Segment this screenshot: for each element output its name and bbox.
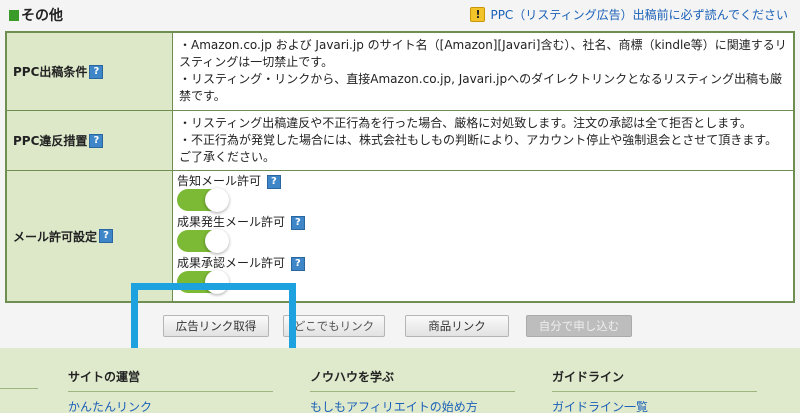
ppc-conditions-line-1: ・Amazon.co.jp および Javari.jp のサイト名（[Amazo… (179, 38, 787, 69)
mail-item-announcement: 告知メール許可 ? (177, 173, 787, 214)
row-content: ・Amazon.co.jp および Javari.jp のサイト名（[Amazo… (173, 33, 793, 110)
toggle-knob (205, 229, 229, 253)
footer: サイトの運営 かんたんリンク ノウハウを学ぶ もしもアフィリエイトの始め方 ガイ… (0, 348, 800, 413)
mail-settings-label: メール許可設定 (13, 229, 98, 244)
mail-settings-content: 告知メール許可 ? 成果発生メール許可 ? 成果承認メール許可 ? (173, 171, 793, 301)
mail-item-approval: 成果承認メール許可 ? (177, 255, 787, 296)
table-row: PPC違反措置 ? ・リスティング出稿違反や不正行為を行った場合、厳格に対処致し… (7, 111, 793, 170)
self-apply-button[interactable]: 自分で申し込む (526, 315, 632, 337)
help-icon[interactable]: ? (266, 174, 281, 189)
ppc-conditions-line-2: ・リスティング・リンクから、直接Amazon.co.jp, Javari.jpへ… (179, 72, 783, 103)
mail-item-label: 成果発生メール許可 (177, 215, 286, 229)
row-label: メール許可設定 ? (7, 171, 173, 301)
row-content: ・リスティング出稿違反や不正行為を行った場合、厳格に対処致します。注文の承認は全… (173, 111, 793, 170)
section-header: その他 ! PPC（リスティング広告）出稿前に必ず読んでください (0, 0, 800, 30)
footer-divider (0, 388, 38, 389)
footer-link[interactable]: かんたんリンク (68, 398, 273, 413)
footer-column: ガイドライン ガイドライン一覧 (552, 368, 757, 413)
mail-item-label: 成果承認メール許可 (177, 256, 286, 270)
row-label: PPC出稿条件 ? (7, 33, 173, 110)
ppc-conditions-label: PPC出稿条件 (13, 65, 88, 79)
footer-column-title: ガイドライン (552, 368, 757, 392)
section-marker (9, 10, 19, 21)
footer-column: ノウハウを学ぶ もしもアフィリエイトの始め方 (310, 368, 515, 413)
help-icon[interactable]: ? (290, 256, 305, 271)
warning-icon: ! (470, 7, 486, 22)
ppc-notice-text[interactable]: PPC（リスティング広告）出稿前に必ず読んでください (490, 6, 788, 23)
section-title: その他 (21, 8, 63, 24)
get-ad-link-button[interactable]: 広告リンク取得 (163, 315, 269, 337)
footer-link[interactable]: もしもアフィリエイトの始め方 (310, 398, 515, 413)
table-row: PPC出稿条件 ? ・Amazon.co.jp および Javari.jp のサ… (7, 33, 793, 110)
ppc-violation-label: PPC違反措置 (13, 134, 88, 148)
help-icon[interactable]: ? (89, 64, 104, 79)
settings-table: PPC出稿条件 ? ・Amazon.co.jp および Javari.jp のサ… (5, 31, 795, 303)
product-link-button[interactable]: 商品リンク (405, 315, 509, 337)
footer-column-title: ノウハウを学ぶ (310, 368, 515, 392)
footer-link[interactable]: ガイドライン一覧 (552, 398, 757, 413)
row-label: PPC違反措置 ? (7, 111, 173, 170)
anywhere-link-button[interactable]: どこでもリンク (283, 315, 385, 337)
table-row: メール許可設定 ? 告知メール許可 ? 成果発生メール許可 ? 成果承認メール許… (7, 171, 793, 301)
ppc-notice-link[interactable]: ! PPC（リスティング広告）出稿前に必ず読んでください (470, 6, 788, 23)
ppc-violation-line-2: ・不正行為が発覚した場合には、株式会社もしもの判断により、アカウント停止や強制退… (179, 133, 778, 164)
result-mail-toggle[interactable] (177, 229, 229, 253)
ppc-violation-line-1: ・リスティング出稿違反や不正行為を行った場合、厳格に対処致します。注文の承認は全… (179, 116, 752, 130)
approval-mail-toggle[interactable] (177, 270, 229, 294)
toggle-knob (205, 188, 229, 212)
help-icon[interactable]: ? (290, 215, 305, 230)
mail-item-label: 告知メール許可 (177, 174, 262, 188)
footer-column: サイトの運営 かんたんリンク (68, 368, 273, 413)
help-icon[interactable]: ? (99, 229, 114, 243)
mail-item-result: 成果発生メール許可 ? (177, 214, 787, 255)
page: その他 ! PPC（リスティング広告）出稿前に必ず読んでください PPC出稿条件… (0, 0, 800, 413)
announcement-mail-toggle[interactable] (177, 188, 229, 212)
help-icon[interactable]: ? (89, 133, 104, 148)
toggle-knob (205, 270, 229, 294)
footer-column-title: サイトの運営 (68, 368, 273, 392)
